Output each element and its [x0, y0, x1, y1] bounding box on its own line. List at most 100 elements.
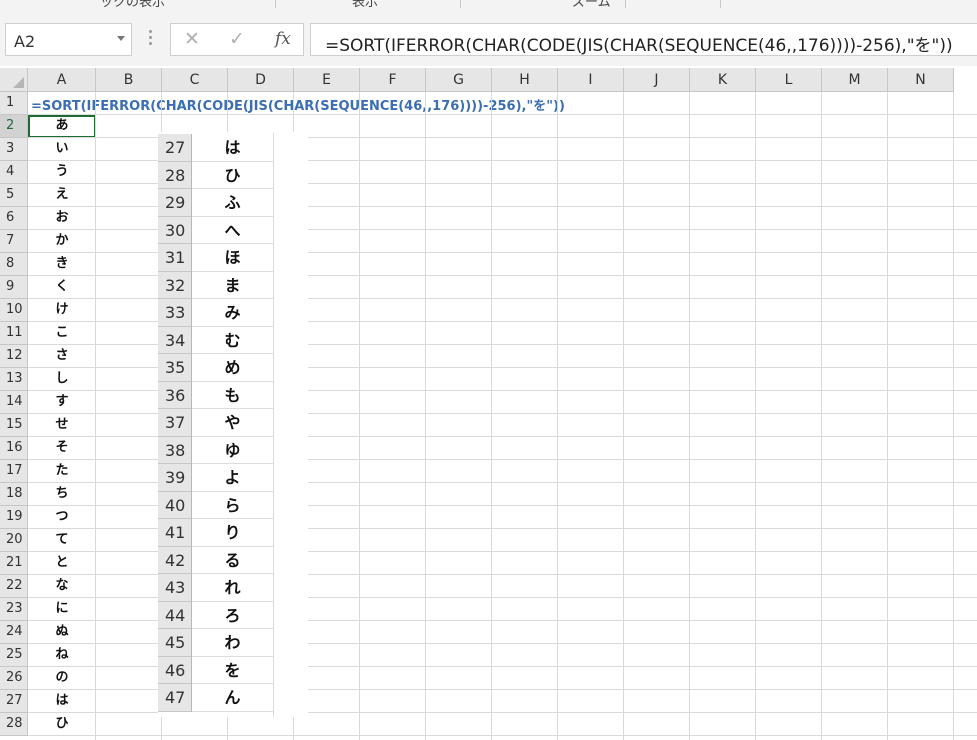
- cell-a-value[interactable]: ね: [28, 644, 96, 667]
- row-header[interactable]: 1: [0, 92, 28, 115]
- cell-a-value[interactable]: お: [28, 207, 96, 230]
- cell-a-value[interactable]: の: [28, 667, 96, 690]
- row-header[interactable]: 14: [0, 391, 28, 414]
- row-header[interactable]: 24: [0, 621, 28, 644]
- column-header-i[interactable]: I: [558, 68, 624, 92]
- row-header[interactable]: 19: [0, 506, 28, 529]
- panel-row-char: よ: [192, 464, 273, 492]
- cell-a-value[interactable]: ひ: [28, 713, 96, 736]
- ribbon-separator: [275, 0, 276, 8]
- spreadsheet-grid[interactable]: =SORT(IFERROR(CHAR(CODE(JIS(CHAR(SEQUENC…: [0, 68, 977, 740]
- row-header[interactable]: 21: [0, 552, 28, 575]
- panel-row-number: 32: [158, 271, 192, 299]
- cell-a-value[interactable]: に: [28, 598, 96, 621]
- row-header[interactable]: 12: [0, 345, 28, 368]
- cell-a-value[interactable]: ち: [28, 483, 96, 506]
- column-header-f[interactable]: F: [360, 68, 426, 92]
- cell-a-value[interactable]: そ: [28, 437, 96, 460]
- row-header[interactable]: 20: [0, 529, 28, 552]
- column-header-c[interactable]: C: [162, 68, 228, 92]
- cell-a-value[interactable]: と: [28, 552, 96, 575]
- cell-a-value[interactable]: か: [28, 230, 96, 253]
- row-header[interactable]: 7: [0, 230, 28, 253]
- cell-a-value[interactable]: え: [28, 184, 96, 207]
- panel-row: 28 ひ: [158, 161, 308, 189]
- row-header[interactable]: 23: [0, 598, 28, 621]
- row-header[interactable]: 15: [0, 414, 28, 437]
- panel-row-number: 40: [158, 491, 192, 519]
- row-header[interactable]: 16: [0, 437, 28, 460]
- column-header-b[interactable]: B: [96, 68, 162, 92]
- insert-function-icon[interactable]: fx: [275, 29, 291, 49]
- row-header[interactable]: 8: [0, 253, 28, 276]
- cell-a-value[interactable]: は: [28, 690, 96, 713]
- panel-row-char: る: [192, 547, 273, 574]
- panel-row: 47 ん: [158, 684, 308, 712]
- column-header-l[interactable]: L: [756, 68, 822, 92]
- cell-a-value[interactable]: つ: [28, 506, 96, 529]
- row-header[interactable]: 9: [0, 276, 28, 299]
- cell-a-value[interactable]: ぬ: [28, 621, 96, 644]
- formula-buttons: ✕ ✓ fx: [170, 23, 304, 56]
- cell-a-value[interactable]: な: [28, 575, 96, 598]
- cell-a-value[interactable]: あ: [28, 115, 96, 138]
- cell-a-value[interactable]: さ: [28, 345, 96, 368]
- column-header-k[interactable]: K: [690, 68, 756, 92]
- cell-a-value[interactable]: し: [28, 368, 96, 391]
- row-header[interactable]: 10: [0, 299, 28, 322]
- cell-a-value[interactable]: せ: [28, 414, 96, 437]
- grip-dots-icon[interactable]: [149, 30, 152, 50]
- cell-a-value[interactable]: こ: [28, 322, 96, 345]
- row-header[interactable]: 18: [0, 483, 28, 506]
- cancel-icon[interactable]: ✕: [184, 28, 200, 50]
- enter-icon[interactable]: ✓: [229, 28, 245, 50]
- chevron-down-icon[interactable]: [117, 36, 125, 41]
- row-header[interactable]: 11: [0, 322, 28, 345]
- name-box[interactable]: A2: [5, 23, 132, 56]
- cell-a-value[interactable]: き: [28, 253, 96, 276]
- cell-a-value[interactable]: い: [28, 138, 96, 161]
- column-header-j[interactable]: J: [624, 68, 690, 92]
- cell-a-value[interactable]: け: [28, 299, 96, 322]
- column-header-d[interactable]: D: [228, 68, 294, 92]
- name-box-value: A2: [14, 32, 36, 51]
- row-header[interactable]: 25: [0, 644, 28, 667]
- panel-row-char: へ: [192, 217, 273, 244]
- cell-a-value[interactable]: て: [28, 529, 96, 552]
- cell-a-value[interactable]: く: [28, 276, 96, 299]
- column-header-g[interactable]: G: [426, 68, 492, 92]
- row-header[interactable]: 5: [0, 184, 28, 207]
- row-header[interactable]: 28: [0, 713, 28, 736]
- formula-input[interactable]: =SORT(IFERROR(CHAR(CODE(JIS(CHAR(SEQUENC…: [310, 23, 977, 56]
- column-header-n[interactable]: N: [888, 68, 954, 92]
- panel-row-number: 47: [158, 684, 192, 712]
- column-header-e[interactable]: E: [294, 68, 360, 92]
- cell-a-value[interactable]: た: [28, 460, 96, 483]
- panel-row-number: 44: [158, 601, 192, 629]
- row-header[interactable]: 17: [0, 460, 28, 483]
- column-header-h[interactable]: H: [492, 68, 558, 92]
- panel-row-number: 38: [158, 436, 192, 464]
- row-header[interactable]: 2: [0, 115, 28, 138]
- select-all-button[interactable]: [0, 68, 28, 92]
- column-header-m[interactable]: M: [822, 68, 888, 92]
- cell-a-value[interactable]: す: [28, 391, 96, 414]
- column-header-a[interactable]: A: [28, 68, 96, 92]
- panel-row: 45 わ: [158, 629, 308, 657]
- spill-preview-panel: 27 は 28 ひ 29 ふ 30 へ 31 ほ 32 ま 33 み 34 む 35 め 36 も 37 や 38 ゆ 39 よ 4…: [158, 132, 308, 717]
- row-header[interactable]: 22: [0, 575, 28, 598]
- row-header[interactable]: 13: [0, 368, 28, 391]
- cell-a1-formula: =SORT(IFERROR(CHAR(CODE(JIS(CHAR(SEQUENC…: [31, 99, 565, 114]
- panel-row: 46 を: [158, 656, 308, 684]
- row-header[interactable]: 3: [0, 138, 28, 161]
- row-header[interactable]: 26: [0, 667, 28, 690]
- panel-row-number: 36: [158, 381, 192, 409]
- panel-row: 31 ほ: [158, 244, 308, 272]
- row-header[interactable]: 4: [0, 161, 28, 184]
- row-header[interactable]: 6: [0, 207, 28, 230]
- panel-row-number: 31: [158, 244, 192, 272]
- select-all-triangle-icon: [13, 77, 24, 88]
- cell-a-value[interactable]: う: [28, 161, 96, 184]
- row-header[interactable]: 27: [0, 690, 28, 713]
- panel-row: 39 よ: [158, 464, 308, 492]
